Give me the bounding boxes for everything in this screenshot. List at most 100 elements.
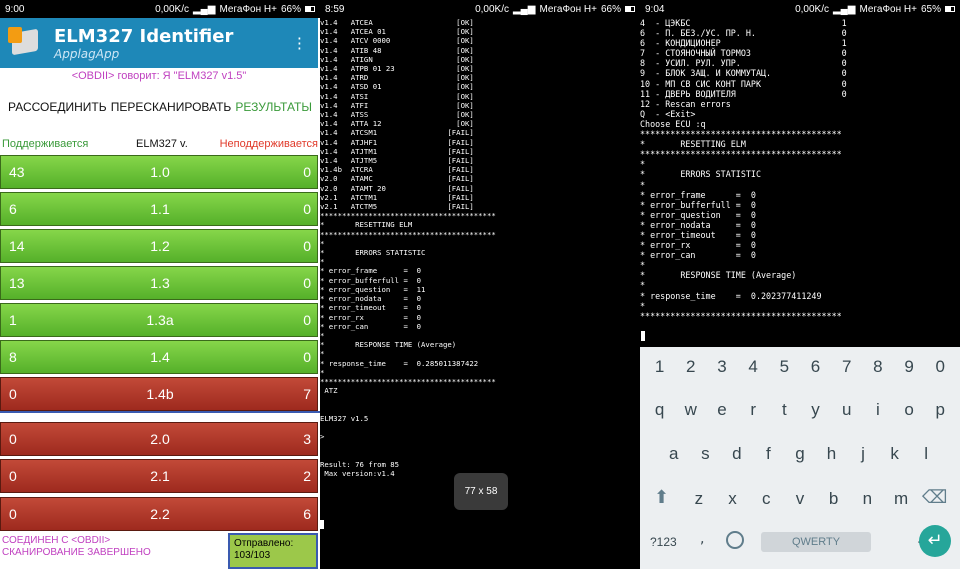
comma-key[interactable]: , <box>700 531 704 547</box>
battery-icon <box>945 6 955 12</box>
key-u[interactable]: u <box>832 400 862 420</box>
rescan-button[interactable]: ПЕРЕСКАНИРОВАТЬ <box>111 100 232 114</box>
battery-icon <box>305 6 315 12</box>
key-7[interactable]: 7 <box>832 357 862 377</box>
status-bar: 9:04 0,00K/c ▂▄▆ МегаФон H+ 65% <box>640 0 960 18</box>
device-says: <OBDII> говорит: Я "ELM327 v1.5" <box>71 70 247 82</box>
key-9[interactable]: 9 <box>894 357 924 377</box>
table-row: 0 2.1 2 <box>0 459 318 493</box>
status-carrier: МегаФон H+ <box>539 3 597 15</box>
soft-keyboard: 1234567890 qwertyuiop asdfghjkl ⬆ zxcvbn… <box>640 347 960 569</box>
key-t[interactable]: t <box>769 400 799 420</box>
unsupported-count: 0 <box>303 349 311 365</box>
key-g[interactable]: g <box>785 444 815 464</box>
disconnect-button[interactable]: РАССОЕДИНИТЬ <box>8 100 107 114</box>
version-label: 2.0 <box>150 431 170 447</box>
backspace-key-icon[interactable]: ⌫ <box>922 487 947 508</box>
key-q[interactable]: q <box>645 400 675 420</box>
keyboard-row: zxcvbnm <box>640 489 960 509</box>
terminal-screen-1: 8:59 0,00K/c ▂▄▆ МегаФон H+ 66% v1.4 ATCEA … <box>320 0 640 569</box>
globe-icon[interactable] <box>726 531 744 549</box>
unsupported-count: 3 <box>303 431 311 447</box>
enter-key-icon[interactable]: ↵ <box>919 525 951 557</box>
key-x[interactable]: x <box>718 489 748 509</box>
app-title: ELM327 Identifier <box>54 25 234 47</box>
header-unsupported: Неподдерживается <box>219 138 318 150</box>
key-3[interactable]: 3 <box>707 357 737 377</box>
table-row: 0 2.2 6 <box>0 497 318 531</box>
key-0[interactable]: 0 <box>925 357 955 377</box>
key-v[interactable]: v <box>785 489 815 509</box>
status-time: 8:59 <box>325 3 345 15</box>
status-carrier: МегаФон H+ <box>859 3 917 15</box>
key-l[interactable]: l <box>911 444 941 464</box>
key-k[interactable]: k <box>880 444 910 464</box>
status-footer: СОЕДИНЕН С <OBDII> СКАНИРОВАНИЕ ЗАВЕРШЕНО… <box>0 533 320 569</box>
version-label: 2.2 <box>150 506 170 522</box>
key-i[interactable]: i <box>863 400 893 420</box>
key-5[interactable]: 5 <box>769 357 799 377</box>
status-speed: 0,00K/c <box>475 3 509 15</box>
table-row: 1 1.3a 0 <box>0 303 318 337</box>
terminal-screen-2: 9:04 0,00K/c ▂▄▆ МегаФон H+ 65% 4 - ЦЭКБС 1… <box>640 0 960 569</box>
keyboard-row: 1234567890 <box>640 357 960 377</box>
size-toast: 77 x 58 <box>454 473 508 510</box>
unsupported-count: 0 <box>303 164 311 180</box>
key-h[interactable]: h <box>817 444 847 464</box>
signal-icon: ▂▄▆ <box>512 3 536 15</box>
version-label: 1.0 <box>150 164 170 180</box>
status-carrier: МегаФон H+ <box>219 3 277 15</box>
signal-icon: ▂▄▆ <box>192 3 216 15</box>
key-w[interactable]: w <box>676 400 706 420</box>
key-o[interactable]: o <box>894 400 924 420</box>
key-e[interactable]: e <box>707 400 737 420</box>
scan-status: СКАНИРОВАНИЕ ЗАВЕРШЕНО <box>2 547 151 558</box>
sent-label: Отправлено: <box>234 538 294 549</box>
key-a[interactable]: a <box>659 444 689 464</box>
connection-status: СОЕДИНЕН С <OBDII> <box>2 535 111 546</box>
status-bar: 8:59 0,00K/c ▂▄▆ МегаФон H+ 66% <box>320 0 640 18</box>
key-r[interactable]: r <box>738 400 768 420</box>
status-speed: 0,00K/c <box>795 3 829 15</box>
version-label: 1.3 <box>150 275 170 291</box>
space-key[interactable]: QWERTY <box>761 532 871 552</box>
key-s[interactable]: s <box>690 444 720 464</box>
results-button[interactable]: РЕЗУЛЬТАТЫ <box>235 100 312 114</box>
divider <box>0 411 320 421</box>
key-y[interactable]: y <box>801 400 831 420</box>
version-label: 1.1 <box>150 201 170 217</box>
header-version: ELM327 v. <box>136 138 188 150</box>
app-subtitle: ApplagApp <box>54 46 120 61</box>
key-n[interactable]: n <box>852 489 882 509</box>
key-1[interactable]: 1 <box>645 357 675 377</box>
key-b[interactable]: b <box>819 489 849 509</box>
key-z[interactable]: z <box>684 489 714 509</box>
table-row: 13 1.3 0 <box>0 266 318 300</box>
unsupported-count: 0 <box>303 275 311 291</box>
key-d[interactable]: d <box>722 444 752 464</box>
action-bar: РАССОЕДИНИТЬ ПЕРЕСКАНИРОВАТЬ РЕЗУЛЬТАТЫ <box>0 100 320 114</box>
status-battery: 66% <box>600 3 621 15</box>
key-6[interactable]: 6 <box>801 357 831 377</box>
key-m[interactable]: m <box>886 489 916 509</box>
key-p[interactable]: p <box>925 400 955 420</box>
key-8[interactable]: 8 <box>863 357 893 377</box>
symbols-key[interactable]: ?123 <box>650 535 677 549</box>
key-f[interactable]: f <box>753 444 783 464</box>
status-speed: 0,00K/c <box>155 3 189 15</box>
key-4[interactable]: 4 <box>738 357 768 377</box>
key-2[interactable]: 2 <box>676 357 706 377</box>
status-bar: 9:00 0,00K/c ▂▄▆ МегаФон H+ 66% <box>0 0 320 18</box>
unsupported-count: 0 <box>303 312 311 328</box>
header-supported: Поддерживается <box>2 138 89 150</box>
overflow-menu-icon[interactable]: · · · <box>297 31 302 57</box>
key-j[interactable]: j <box>848 444 878 464</box>
unsupported-count: 7 <box>303 386 311 402</box>
elm-identifier-screen: 9:00 0,00K/c ▂▄▆ МегаФон H+ 66% ELM327 Iden… <box>0 0 320 569</box>
table-row: 8 1.4 0 <box>0 340 318 374</box>
text-cursor <box>641 331 645 341</box>
unsupported-count: 2 <box>303 468 311 484</box>
table-row: 6 1.1 0 <box>0 192 318 226</box>
version-label: 1.4 <box>150 349 170 365</box>
key-c[interactable]: c <box>751 489 781 509</box>
